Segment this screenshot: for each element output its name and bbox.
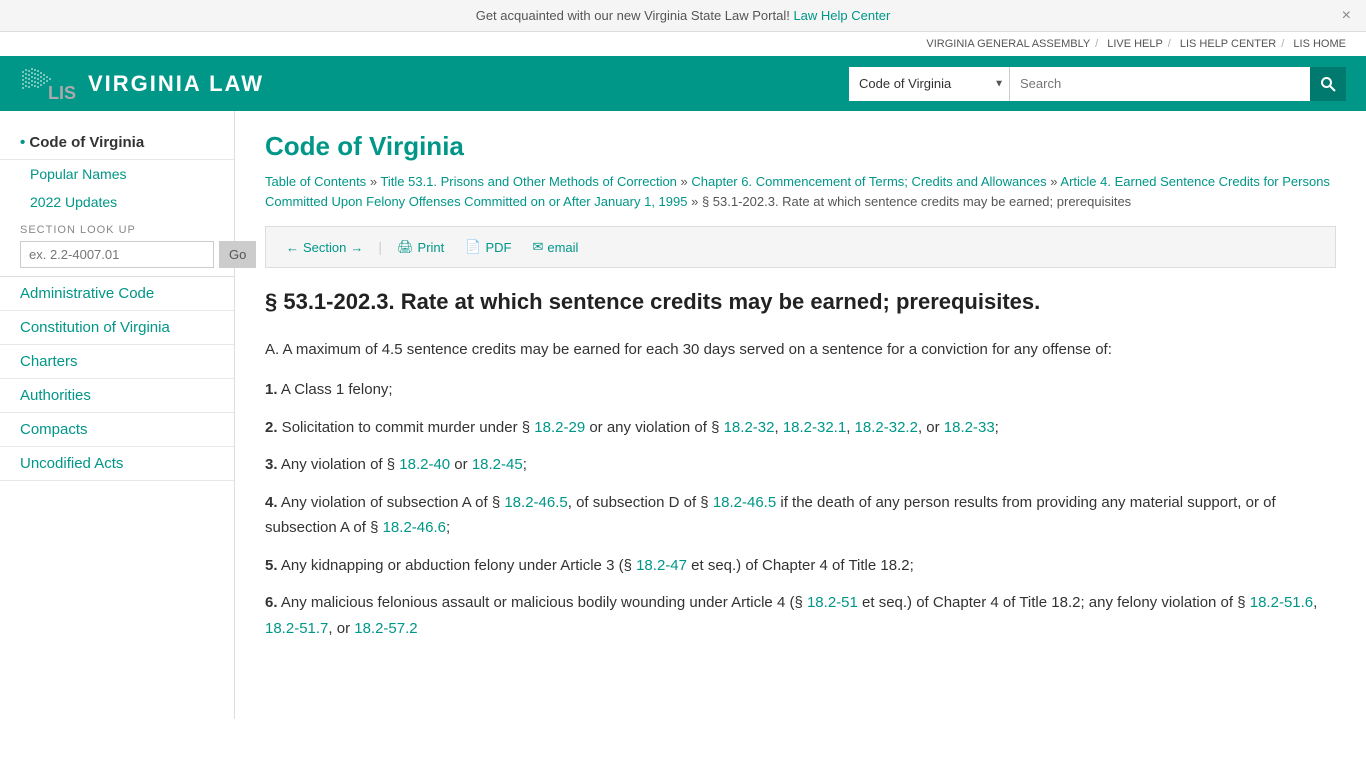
breadcrumb: Table of Contents » Title 53.1. Prisons … [265, 172, 1336, 211]
content-item-3: 3. Any violation of § 18.2-40 or 18.2-45… [265, 452, 1336, 478]
link-18-2-46-5a[interactable]: 18.2-46.5 [504, 494, 567, 511]
link-18-2-51[interactable]: 18.2-51 [807, 594, 858, 611]
section-lookup-input[interactable] [20, 241, 214, 268]
link-18-2-45[interactable]: 18.2-45 [472, 456, 523, 473]
site-title: VIRGINIA LAW [88, 71, 264, 97]
email-button[interactable]: ✉ email [524, 235, 586, 259]
sidebar-item-uncodified-acts[interactable]: Uncodified Acts [0, 447, 234, 481]
sidebar-item-compacts[interactable]: Compacts [0, 413, 234, 447]
logo-link[interactable]: LIS VIRGINIA LAW [20, 61, 264, 106]
search-category-dropdown[interactable]: Code of Virginia Administrative Code Con… [849, 67, 1010, 101]
section-lookup-label: SECTION LOOK UP [20, 224, 214, 236]
search-icon [1320, 76, 1336, 92]
content-intro: A. A maximum of 4.5 sentence credits may… [265, 337, 1336, 363]
section-toolbar: ← Section → | 🖨 Print 📄 PDF ✉ email [265, 226, 1336, 268]
sidebar-item-constitution-of-virginia[interactable]: Constitution of Virginia [0, 311, 234, 345]
page-layout: Code of Virginia Popular Names 2022 Upda… [0, 111, 1366, 719]
link-18-2-29[interactable]: 18.2-29 [534, 419, 585, 436]
banner-close-button[interactable]: × [1342, 7, 1351, 25]
sidebar-item-authorities[interactable]: Authorities [0, 379, 234, 413]
link-18-2-33[interactable]: 18.2-33 [944, 419, 995, 436]
sidebar-item-code-of-virginia[interactable]: Code of Virginia [0, 126, 234, 160]
top-nav-live-help[interactable]: LIVE HELP [1107, 38, 1162, 50]
search-dropdown-wrapper: Code of Virginia Administrative Code Con… [849, 67, 1010, 101]
arrow-right-icon: → [350, 240, 363, 255]
link-18-2-51-6[interactable]: 18.2-51.6 [1250, 594, 1313, 611]
breadcrumb-title[interactable]: Title 53.1. Prisons and Other Methods of… [380, 174, 677, 189]
print-button[interactable]: 🖨 Print [389, 235, 452, 259]
site-header: LIS VIRGINIA LAW Code of Virginia Admini… [0, 56, 1366, 111]
banner-link[interactable]: Law Help Center [793, 8, 890, 23]
pdf-icon: 📄 [465, 239, 481, 255]
pdf-button[interactable]: 📄 PDF [457, 235, 519, 259]
sidebar-item-administrative-code[interactable]: Administrative Code [0, 276, 234, 311]
section-prev-button[interactable]: ← Section → [278, 236, 371, 259]
link-18-2-32-2[interactable]: 18.2-32.2 [855, 419, 918, 436]
svg-text:LIS: LIS [48, 83, 76, 103]
search-button[interactable] [1310, 67, 1346, 101]
breadcrumb-current: § 53.1-202.3. Rate at which sentence cre… [702, 194, 1131, 209]
sidebar-item-2022-updates[interactable]: 2022 Updates [0, 188, 234, 216]
sidebar: Code of Virginia Popular Names 2022 Upda… [0, 111, 235, 719]
lis-logo-icon: LIS [20, 61, 80, 106]
top-nav-lis-help-center[interactable]: LIS HELP CENTER [1180, 38, 1276, 50]
sidebar-item-charters[interactable]: Charters [0, 345, 234, 379]
link-18-2-40[interactable]: 18.2-40 [399, 456, 450, 473]
section-lookup-area: SECTION LOOK UP Go [0, 216, 234, 276]
section-title: § 53.1-202.3. Rate at which sentence cre… [265, 288, 1336, 317]
link-18-2-32[interactable]: 18.2-32 [724, 419, 775, 436]
breadcrumb-chapter[interactable]: Chapter 6. Commencement of Terms; Credit… [691, 174, 1046, 189]
link-18-2-32-1[interactable]: 18.2-32.1 [783, 419, 846, 436]
print-icon: 🖨 [397, 239, 414, 255]
link-18-2-46-5b[interactable]: 18.2-46.5 [713, 494, 776, 511]
header-search-area: Code of Virginia Administrative Code Con… [849, 67, 1346, 101]
top-nav-general-assembly[interactable]: VIRGINIA GENERAL ASSEMBLY [926, 38, 1090, 50]
top-nav: VIRGINIA GENERAL ASSEMBLY / LIVE HELP / … [0, 32, 1366, 56]
notification-banner: Get acquainted with our new Virginia Sta… [0, 0, 1366, 32]
search-input[interactable] [1010, 67, 1310, 101]
content-item-4: 4. Any violation of subsection A of § 18… [265, 490, 1336, 541]
content-item-1: 1. A Class 1 felony; [265, 377, 1336, 403]
top-nav-lis-home[interactable]: LIS HOME [1293, 38, 1346, 50]
banner-text: Get acquainted with our new Virginia Sta… [476, 8, 790, 23]
email-icon: ✉ [532, 239, 543, 255]
page-heading: Code of Virginia [265, 131, 1336, 162]
content-item-2: 2. Solicitation to commit murder under §… [265, 415, 1336, 441]
arrow-left-icon: ← [286, 240, 299, 255]
content-item-5: 5. Any kidnapping or abduction felony un… [265, 553, 1336, 579]
main-content: Code of Virginia Table of Contents » Tit… [235, 111, 1366, 719]
breadcrumb-toc[interactable]: Table of Contents [265, 174, 366, 189]
link-18-2-46-6[interactable]: 18.2-46.6 [383, 519, 446, 536]
link-18-2-57-2[interactable]: 18.2-57.2 [354, 620, 417, 637]
section-lookup-row: Go [20, 241, 214, 268]
link-18-2-51-7[interactable]: 18.2-51.7 [265, 620, 328, 637]
sidebar-item-popular-names[interactable]: Popular Names [0, 160, 234, 188]
link-18-2-47[interactable]: 18.2-47 [636, 557, 687, 574]
section-label: Section [303, 240, 346, 255]
content-item-6: 6. Any malicious felonious assault or ma… [265, 590, 1336, 641]
